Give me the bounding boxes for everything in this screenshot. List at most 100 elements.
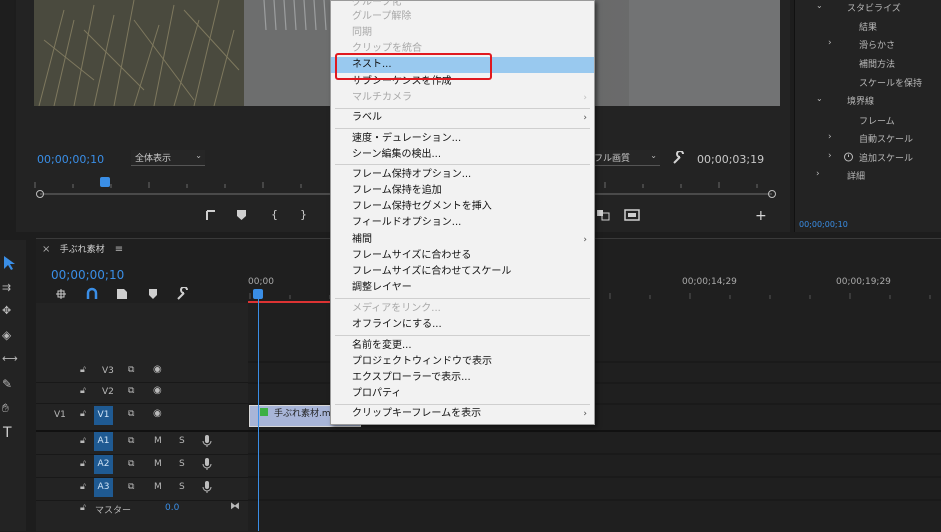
ec-chevron-addscale[interactable]: › — [828, 151, 832, 161]
solo-button[interactable]: S — [179, 436, 185, 446]
lock-icon[interactable]: 🔓︎ — [80, 409, 86, 419]
submenu-arrow-icon: › — [583, 235, 587, 245]
lock-icon[interactable]: 🔓︎ — [80, 503, 86, 513]
go-to-out-button[interactable]: } — [300, 208, 307, 221]
quality-select[interactable]: フル画質 ⌄ — [590, 150, 660, 166]
track-v3-header: 🔓︎ V3 ⧉ ◉ — [36, 362, 248, 383]
sync-lock-icon[interactable]: ⧉ — [128, 482, 134, 492]
menu-item-frame-hold-options[interactable]: フレーム保持オプション... — [331, 167, 594, 183]
track-select-tool-icon[interactable]: ⇉ — [2, 281, 11, 294]
eye-icon[interactable]: ◉ — [153, 364, 162, 375]
menu-item-ungroup[interactable]: グループ解除 — [331, 9, 594, 25]
timeline-tab[interactable]: × 手ぶれ素材 ≡ — [42, 242, 123, 255]
track-a3-name[interactable]: A3 — [94, 478, 113, 497]
track-v3-name[interactable]: V3 — [102, 366, 114, 376]
menu-item-field-options[interactable]: フィールドオプション... — [331, 215, 594, 231]
razor-tool-icon[interactable]: ◈ — [2, 328, 11, 342]
menu-item-reveal-in-explorer[interactable]: エクスプローラーで表示... — [331, 370, 594, 386]
ec-chevron-border[interactable]: ⌄ — [816, 94, 823, 103]
solo-button[interactable]: S — [179, 482, 185, 492]
lock-icon[interactable]: 🔓︎ — [80, 365, 86, 375]
ec-chevron-stabilize[interactable]: ⌄ — [816, 1, 823, 10]
track-v2-name[interactable]: V2 — [102, 387, 114, 397]
mark-in-button[interactable] — [205, 209, 217, 221]
chevron-down-icon: ⌄ — [650, 151, 657, 160]
menu-item-scene-detect[interactable]: シーン編集の検出... — [331, 147, 594, 163]
microphone-icon[interactable] — [202, 434, 212, 448]
type-tool-icon[interactable]: T — [3, 425, 12, 441]
track-a2-name[interactable]: A2 — [94, 455, 113, 474]
add-button-icon[interactable]: + — [755, 208, 767, 224]
menu-item-properties[interactable]: プロパティ — [331, 386, 594, 402]
microphone-icon[interactable] — [202, 457, 212, 471]
snap-icon[interactable] — [85, 287, 99, 301]
add-marker-button[interactable] — [236, 209, 248, 221]
timeline-wrench-icon[interactable] — [176, 287, 190, 301]
menu-item-multicamera[interactable]: マルチカメラ › — [331, 90, 594, 106]
menu-item-sync[interactable]: 同期 — [331, 25, 594, 41]
track-v1-name[interactable]: V1 — [94, 406, 113, 425]
mute-button[interactable]: M — [154, 436, 162, 446]
menu-item-make-offline[interactable]: オフラインにする... — [331, 317, 594, 333]
zoom-select[interactable]: 全体表示 ⌄ — [131, 150, 205, 166]
ec-chevron-details[interactable]: › — [816, 169, 820, 179]
zoom-select-value: 全体表示 — [135, 154, 172, 164]
menu-item-reveal-in-project[interactable]: プロジェクトウィンドウで表示 — [331, 354, 594, 370]
source-timecode-in[interactable]: 00;00;00;10 — [37, 153, 104, 166]
master-track-header: 🔓︎ マスター 0.0 ⧓ — [36, 500, 248, 520]
pen-tool-icon[interactable]: ✎ — [2, 377, 12, 391]
eye-icon[interactable]: ◉ — [153, 385, 162, 396]
solo-button[interactable]: S — [179, 459, 185, 469]
timeline-timecode[interactable]: 00;00;00;10 — [51, 268, 124, 282]
linked-selection-icon[interactable] — [115, 287, 129, 301]
tab-close-icon[interactable]: × — [42, 244, 50, 255]
menu-item-interpolation[interactable]: 補間 › — [331, 232, 594, 248]
menu-item-label[interactable]: ラベル › — [331, 110, 594, 126]
track-a1-header: 🔓︎ A1 ⧉ M S — [36, 432, 248, 455]
go-to-in-button[interactable]: { — [271, 208, 278, 221]
sync-lock-icon[interactable]: ⧉ — [128, 409, 134, 419]
lock-icon[interactable]: 🔓︎ — [80, 436, 86, 446]
slip-tool-icon[interactable]: ⟷ — [2, 352, 18, 365]
export-frame-button[interactable] — [596, 209, 610, 221]
menu-item-adjustment-layer[interactable]: 調整レイヤー — [331, 280, 594, 296]
ec-chevron-autoscale[interactable]: › — [828, 132, 832, 142]
menu-item-add-frame-hold[interactable]: フレーム保持を追加 — [331, 183, 594, 199]
microphone-icon[interactable] — [202, 480, 212, 494]
monitor-playhead[interactable] — [100, 177, 110, 187]
mute-button[interactable]: M — [154, 482, 162, 492]
menu-item-scale-to-frame-size[interactable]: フレームサイズに合わせてスケール — [331, 264, 594, 280]
ec-item-method: 補間方法 — [859, 60, 896, 70]
ec-item-border: 境界線 — [847, 97, 875, 107]
menu-item-speed-duration[interactable]: 速度・デュレーション... — [331, 131, 594, 147]
master-volume[interactable]: 0.0 — [165, 503, 179, 513]
hamburger-icon[interactable]: ≡ — [115, 244, 123, 255]
sync-lock-icon[interactable]: ⧉ — [128, 436, 134, 446]
track-a1-name[interactable]: A1 — [94, 432, 113, 451]
eye-icon[interactable]: ◉ — [153, 408, 162, 419]
ec-chevron-smooth[interactable]: › — [828, 38, 832, 48]
ripple-edit-tool-icon[interactable]: ✥ — [2, 304, 11, 317]
menu-item-set-to-frame-size[interactable]: フレームサイズに合わせる — [331, 248, 594, 264]
add-marker-icon[interactable] — [148, 288, 158, 300]
menu-item-show-clip-keyframes[interactable]: クリップキーフレームを表示 › — [331, 406, 594, 422]
wrench-icon[interactable] — [672, 151, 686, 165]
menu-item-link-media[interactable]: メディアをリンク... — [331, 301, 594, 317]
lock-icon[interactable]: 🔓︎ — [80, 386, 86, 396]
lock-icon[interactable]: 🔓︎ — [80, 459, 86, 469]
hand-tool-icon[interactable]: ✋︎ — [2, 401, 9, 416]
comparison-view-button[interactable] — [624, 209, 640, 221]
mute-button[interactable]: M — [154, 459, 162, 469]
source-v1-label[interactable]: V1 — [54, 410, 66, 420]
lock-icon[interactable]: 🔓︎ — [80, 482, 86, 492]
stopwatch-icon[interactable] — [843, 151, 854, 162]
menu-item-insert-frame-hold-segment[interactable]: フレーム保持セグメントを挿入 — [331, 199, 594, 215]
nest-toggle-icon[interactable] — [54, 287, 68, 301]
menu-item-rename[interactable]: 名前を変更... — [331, 338, 594, 354]
menu-separator — [335, 164, 590, 165]
go-to-end-icon[interactable]: ⧓ — [230, 501, 240, 512]
sync-lock-icon[interactable]: ⧉ — [128, 459, 134, 469]
selection-tool-icon[interactable] — [2, 255, 16, 271]
sync-lock-icon[interactable]: ⧉ — [128, 386, 134, 396]
sync-lock-icon[interactable]: ⧉ — [128, 365, 134, 375]
